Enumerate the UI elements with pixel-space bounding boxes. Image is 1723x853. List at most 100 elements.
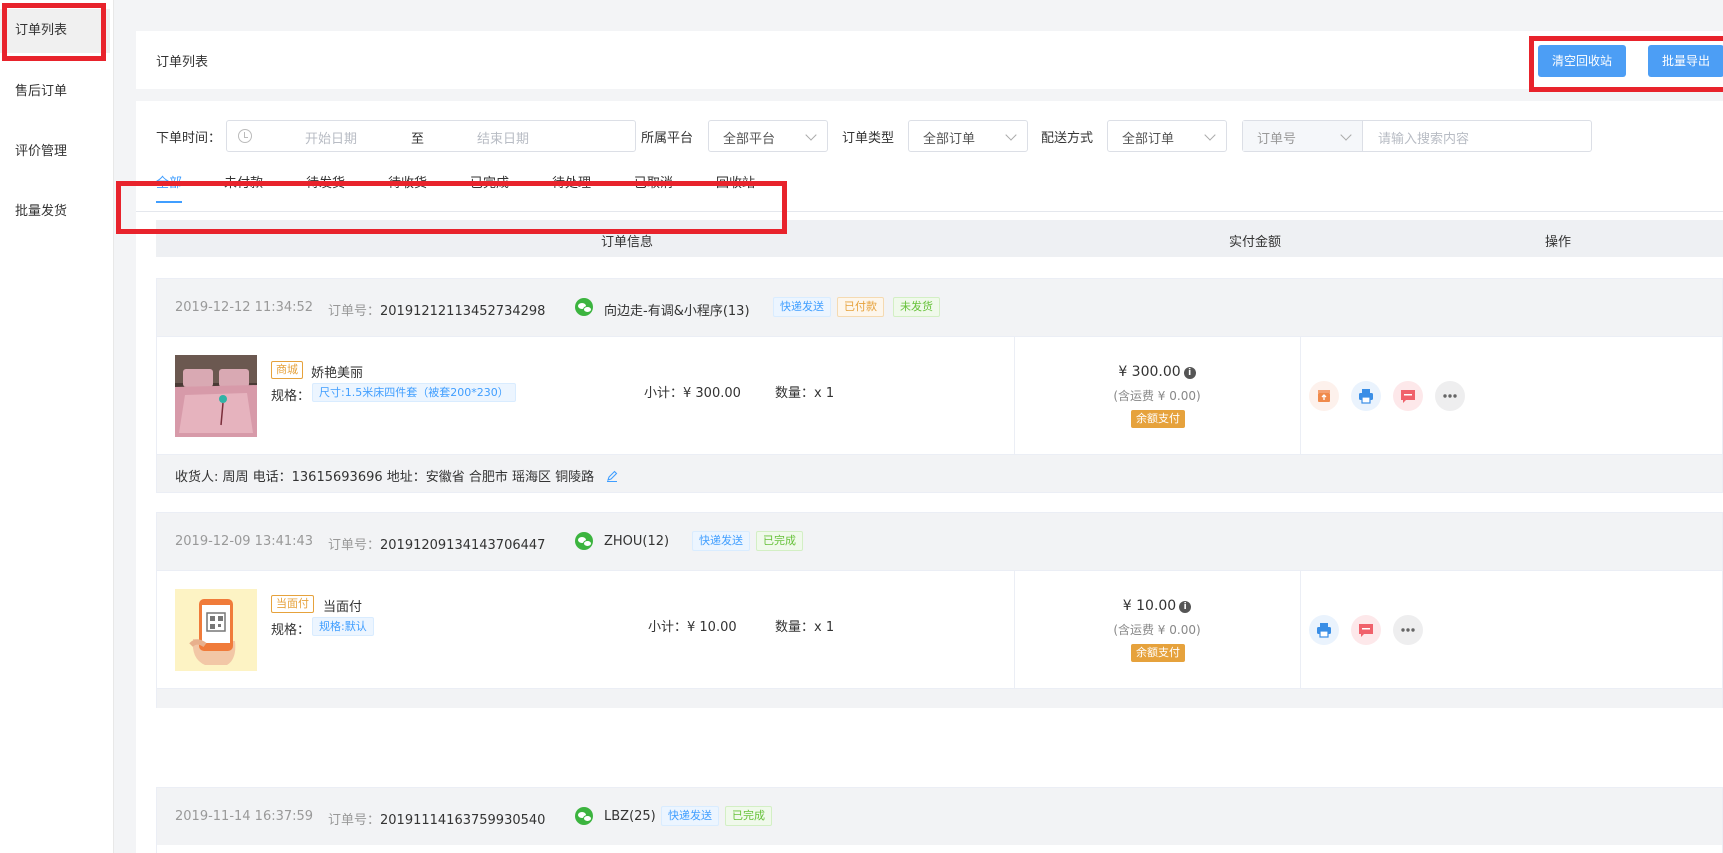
- tab-to-receive[interactable]: 待收货: [388, 173, 427, 211]
- page-title: 订单列表: [156, 55, 209, 70]
- order-type-label: 订单类型: [842, 131, 895, 146]
- shipping-address: 收货人: 周周 电话：13615693696 地址：安徽省 合肥市 瑶海区 铜陵…: [175, 466, 618, 485]
- order-footer: [157, 688, 1722, 708]
- delivery-select[interactable]: 全部订单: [1107, 120, 1227, 152]
- message-icon: [1401, 390, 1415, 403]
- order-body: 商城 娇艳美丽 规格： 尺寸:1.5米床四件套（被套200*230） 小计：¥ …: [157, 336, 1722, 454]
- buyer-name: LBZ(25): [604, 809, 656, 824]
- table-header: 订单信息 实付金额 操作: [156, 220, 1723, 257]
- order-number: 订单号：20191114163759930540: [328, 809, 545, 828]
- printer-icon: [1317, 623, 1331, 638]
- tab-to-ship[interactable]: 待发货: [306, 173, 345, 211]
- tab-pending[interactable]: 待处理: [552, 173, 591, 211]
- sidebar-item-label: 批量发货: [15, 204, 68, 219]
- spec-tag: 规格:默认: [312, 617, 374, 636]
- print-button[interactable]: [1351, 381, 1381, 411]
- end-date-input[interactable]: 结束日期: [477, 128, 529, 147]
- product-thumbnail[interactable]: [175, 355, 257, 437]
- tab-cancelled[interactable]: 已取消: [634, 173, 673, 211]
- platform-select[interactable]: 全部平台: [708, 120, 828, 152]
- ship-button[interactable]: [1309, 381, 1339, 411]
- subtotal: 小计：¥ 10.00: [648, 620, 737, 635]
- column-header-order-info: 订单信息: [601, 235, 654, 250]
- buyer-name: ZHOU(12): [604, 534, 670, 549]
- column-divider: [1300, 337, 1301, 454]
- order-number-label: 订单号：: [328, 813, 381, 828]
- tab-unpaid[interactable]: 未付款: [224, 173, 263, 211]
- delivery-tag: 快递发送: [661, 806, 719, 826]
- date-range-picker[interactable]: 开始日期 至 结束日期: [226, 120, 636, 152]
- order-number-value: 20191114163759930540: [380, 813, 546, 828]
- shipping-fee: (含运费 ¥ 0.00): [1113, 389, 1201, 403]
- printer-icon: [1359, 389, 1373, 404]
- more-icon: [1443, 394, 1457, 398]
- platform-select-value: 全部平台: [723, 132, 776, 147]
- sidebar-item-order-list[interactable]: 订单列表: [0, 9, 110, 53]
- search-field-value: 订单号: [1257, 132, 1297, 147]
- wechat-icon: [575, 532, 593, 550]
- order-header: 2019-12-09 13:41:43 订单号：2019120913414370…: [157, 513, 1722, 570]
- goods-name[interactable]: 当面付: [323, 596, 362, 615]
- tab-all[interactable]: 全部: [156, 173, 183, 211]
- search-group: 订单号 请输入搜索内容: [1242, 120, 1592, 152]
- order-card: 2019-12-12 11:34:52 订单号：2019121211345273…: [156, 278, 1723, 493]
- order-number: 订单号：20191212113452734298: [328, 300, 545, 319]
- order-card: 2019-11-14 16:37:59 订单号：2019111416375993…: [156, 787, 1723, 853]
- info-icon[interactable]: i: [1183, 367, 1196, 379]
- more-actions-button[interactable]: [1435, 381, 1465, 411]
- order-card: 2019-12-09 13:41:43 订单号：2019120913414370…: [156, 512, 1723, 708]
- clear-recycle-bin-button[interactable]: 清空回收站: [1538, 45, 1627, 77]
- sidebar-item-batch-ship[interactable]: 批量发货: [0, 190, 110, 234]
- start-date-input[interactable]: 开始日期: [305, 128, 357, 147]
- platform-label: 所属平台: [641, 131, 694, 146]
- tab-completed[interactable]: 已完成: [470, 173, 509, 211]
- message-icon: [1359, 624, 1373, 637]
- shipping-address-text: 收货人: 周周 电话：13615693696 地址：安徽省 合肥市 瑶海区 铜陵…: [175, 470, 595, 485]
- more-actions-button[interactable]: [1393, 615, 1423, 645]
- paid-price: ¥ 10.00 i: [1014, 598, 1300, 614]
- clock-icon: [238, 129, 252, 143]
- order-status-tag: 已完成: [725, 806, 772, 826]
- column-header-actions: 操作: [1545, 235, 1572, 250]
- ship-icon: [1318, 390, 1330, 402]
- product-thumbnail[interactable]: [175, 589, 257, 671]
- sidebar: 订单列表 售后订单 评价管理 批量发货: [0, 0, 114, 853]
- order-type-select[interactable]: 全部订单: [908, 120, 1028, 152]
- spec-label: 规格：: [271, 623, 311, 638]
- info-icon[interactable]: i: [1179, 601, 1192, 613]
- goods-source-tag: 当面付: [271, 595, 314, 613]
- order-panel: 下单时间： 开始日期 至 结束日期 所属平台 全部平台 订单类型 全部订单 配送…: [136, 101, 1723, 853]
- payment-method-tag: 余额支付: [1131, 644, 1185, 662]
- batch-export-button[interactable]: 批量导出: [1648, 45, 1723, 77]
- column-divider: [1300, 571, 1301, 688]
- order-number: 订单号：20191209134143706447: [328, 534, 545, 553]
- order-footer: 收货人: 周周 电话：13615693696 地址：安徽省 合肥市 瑶海区 铜陵…: [157, 454, 1722, 492]
- delivery-tag: 快递发送: [692, 531, 750, 551]
- sidebar-item-reviews[interactable]: 评价管理: [0, 130, 110, 174]
- print-button[interactable]: [1309, 615, 1339, 645]
- shipping-fee: (含运费 ¥ 0.00): [1113, 623, 1201, 637]
- order-number-value: 20191212113452734298: [380, 304, 546, 319]
- search-input[interactable]: 请输入搜索内容: [1378, 128, 1469, 147]
- payment-status-tag: 已付款: [837, 297, 884, 317]
- message-button[interactable]: [1351, 615, 1381, 645]
- message-button[interactable]: [1393, 381, 1423, 411]
- wechat-icon: [575, 298, 593, 316]
- wechat-icon: [575, 807, 593, 825]
- sidebar-item-label: 评价管理: [15, 144, 68, 159]
- goods-name[interactable]: 娇艳美丽: [311, 362, 363, 381]
- order-number-label: 订单号：: [328, 538, 381, 553]
- chevron-down-icon: [1340, 129, 1352, 141]
- payment-method-tag: 余额支付: [1131, 410, 1185, 428]
- order-time: 2019-12-09 13:41:43: [175, 534, 314, 549]
- spec-tag: 尺寸:1.5米床四件套（被套200*230）: [312, 383, 516, 402]
- search-field-select[interactable]: 订单号: [1243, 121, 1363, 151]
- sidebar-item-after-sales[interactable]: 售后订单: [0, 70, 110, 114]
- shipping-status-tag: 未发货: [893, 297, 940, 317]
- tab-recycle-bin[interactable]: 回收站: [716, 173, 755, 211]
- chevron-down-icon: [805, 129, 817, 141]
- app-root: 订单列表 售后订单 评价管理 批量发货 订单列表 清空回收站 批量导出 下单时间…: [0, 0, 1723, 853]
- edit-icon[interactable]: [606, 470, 618, 482]
- order-type-select-value: 全部订单: [923, 132, 976, 147]
- paid-price-value: ¥ 300.00: [1118, 364, 1181, 380]
